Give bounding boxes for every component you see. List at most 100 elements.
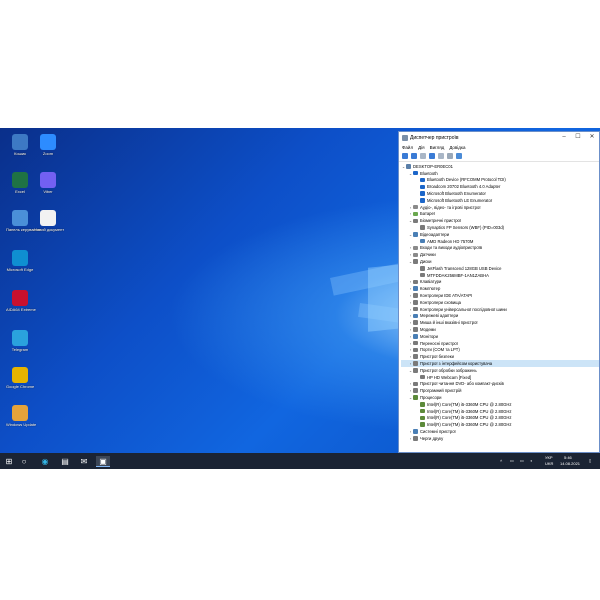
update-driver-icon[interactable] [447,153,453,159]
language-bottom[interactable]: UKR [545,461,553,466]
tree-item-label: Монітори [420,333,438,339]
desktop-icon[interactable]: Microsoft Edge [6,250,34,272]
tree-item[interactable]: Broadcom 20702 Bluetooth 4.0 Adapter [401,183,599,190]
device-manager-window[interactable]: Диспетчер пристроїв – ☐ ✕ Файл Дія Вигля… [398,131,600,453]
store-icon[interactable]: ▤ [60,456,70,466]
tree-item-label: Intel(R) Core(TM) i5-3360M CPU @ 2.80GHz [427,401,512,407]
tree-item[interactable]: › Датчики [401,251,599,258]
tree-item[interactable]: ⌄ Пристрої обробки зображень [401,367,599,374]
edge-icon[interactable]: ◉ [40,456,50,466]
menu-view[interactable]: Вигляд [430,145,445,150]
search-icon[interactable]: ○ [19,456,29,466]
tree-item[interactable]: Intel(R) Core(TM) i5-3360M CPU @ 2.80GHz [401,414,599,421]
tree-item[interactable]: › Програмний пристрій [401,387,599,394]
device-icon [413,245,418,251]
clock-date[interactable]: 14.08.2021 [560,461,580,466]
device-icon [420,191,425,196]
tree-item[interactable]: › Системні пристрої [401,428,599,435]
tree-item[interactable]: ⌄ DESKTOP-ER0EC01 [401,163,599,170]
telegram-icon [12,330,28,346]
tree-item[interactable]: › Миша й інші вказівні пристрої [401,319,599,326]
desktop-icon[interactable]: Google Chrome [6,367,34,389]
chrome-icon [12,367,28,383]
back-icon[interactable] [402,153,408,159]
tree-item[interactable]: AMD Radeon HD 7570M [401,238,599,245]
tree-item[interactable]: › Пристрої з інтерфейсом користувача [401,360,599,367]
tray-chevron-icon[interactable]: ˄ [500,458,502,463]
desktop-icon[interactable]: Панель керування [6,210,41,232]
mail-icon[interactable]: ✉ [79,456,89,466]
desktop-icon[interactable]: Excel [6,172,34,194]
tree-item[interactable]: JetFlash Transcend 128GB USB Device [401,265,599,272]
desktop-icon-label: Новий документ [34,227,65,232]
tree-item[interactable]: MTFDDAK256MBF-1AN1ZABHA [401,272,599,279]
tree-item[interactable]: Intel(R) Core(TM) i5-3360M CPU @ 2.80GHz [401,421,599,428]
desktop-icon-label: Microsoft Edge [6,267,34,272]
desktop-icon-label: Панель керування [6,227,41,232]
tree-item-label: Broadcom 20702 Bluetooth 4.0 Adapter [427,184,501,190]
device-manager-icon[interactable]: ▣ [96,456,110,467]
menu-help[interactable]: Довідка [449,145,465,150]
tree-item[interactable]: › Контролери універсальної послідовної ши… [401,306,599,313]
tree-item-label: Входи та виходи аудіопристроїв [420,245,483,251]
device-icon [413,204,418,210]
close-button[interactable]: ✕ [585,132,599,143]
tree-item-label: JetFlash Transcend 128GB USB Device [427,265,502,271]
desktop-icon[interactable]: Telegram [6,330,34,352]
tree-item-label: Мережеві адаптери [420,313,459,319]
notification-icon[interactable]: ▯ [589,458,591,463]
language-top[interactable]: УКР [545,455,553,460]
tree-item[interactable]: Synaptics FP Sensors (WBF) (PID=003d) [401,224,599,231]
tree-item[interactable]: ⌄ Диски [401,258,599,265]
tree-item[interactable]: › Переносні пристрої [401,340,599,347]
tree-item[interactable]: › Черги друку [401,435,599,442]
tree-item[interactable]: ⌄ Біометричні пристрої [401,217,599,224]
minimize-button[interactable]: – [557,132,571,143]
tree-item[interactable]: Bluetooth Device (RFCOMM Protocol TDI) [401,177,599,184]
tree-item[interactable]: › Входи та виходи аудіопристроїв [401,245,599,252]
tree-item[interactable]: › Контролери сховища [401,299,599,306]
view-icon[interactable] [420,153,426,159]
desktop-icon[interactable]: Zoom [34,134,62,156]
tray-volume-icon[interactable]: ◖ [530,458,532,463]
tray-battery-icon[interactable]: ▭ [520,458,524,463]
desktop-icon[interactable]: Новий документ [34,210,65,232]
menu-file[interactable]: Файл [402,145,413,150]
tree-item[interactable]: › Комп'ютер [401,285,599,292]
device-icon [413,306,418,312]
tree-item[interactable]: ⌄ Відеоадаптери [401,231,599,238]
maximize-button[interactable]: ☐ [571,132,585,143]
tree-item[interactable]: › Контролери IDE ATA/ATAPI [401,292,599,299]
tree-item[interactable]: › Мережеві адаптери [401,313,599,320]
properties-icon[interactable] [438,153,444,159]
tree-item[interactable]: ⌄ Bluetooth [401,170,599,177]
tree-item[interactable]: › Модеми [401,326,599,333]
tree-item[interactable]: › Порти (COM та LPT) [401,347,599,354]
tree-item[interactable]: Microsoft Bluetooth LE Enumerator [401,197,599,204]
tree-item[interactable]: › Пристрої читання DVD- або компакт-дискі… [401,381,599,388]
tree-item[interactable]: ⌄ Процесори [401,394,599,401]
tree-item[interactable]: Microsoft Bluetooth Enumerator [401,190,599,197]
tree-item[interactable]: Intel(R) Core(TM) i5-3360M CPU @ 2.80GHz [401,401,599,408]
desktop-icon[interactable]: AIDA64 Extreme [6,290,36,312]
desktop-icon[interactable]: Кошик [6,134,34,156]
start-icon[interactable]: ⊞ [4,456,14,466]
tree-item[interactable]: HP HD Webcam [Fixed] [401,374,599,381]
desktop-icon[interactable]: Windows Update [6,405,36,427]
tree-item[interactable]: Intel(R) Core(TM) i5-3360M CPU @ 2.80GHz [401,408,599,415]
tray-network-icon[interactable]: ▭ [510,458,514,463]
tree-item[interactable]: › Пристрої безпеки [401,353,599,360]
clock-time[interactable]: 5:46 [564,455,572,460]
desktop-icon[interactable]: Viber [34,172,62,194]
device-icon [413,211,418,217]
tree-item[interactable]: › Батареї [401,211,599,218]
tree-item[interactable]: › Клавіатури [401,279,599,286]
help-icon[interactable] [429,153,435,159]
forward-icon[interactable] [411,153,417,159]
tree-item[interactable]: › Монітори [401,333,599,340]
menu-action[interactable]: Дія [418,145,424,150]
scan-hardware-icon[interactable] [456,153,462,159]
window-titlebar[interactable]: Диспетчер пристроїв – ☐ ✕ [399,132,599,143]
tree-item[interactable]: › Аудіо-, відео- та ігрові пристрої [401,204,599,211]
device-icon [413,293,418,298]
